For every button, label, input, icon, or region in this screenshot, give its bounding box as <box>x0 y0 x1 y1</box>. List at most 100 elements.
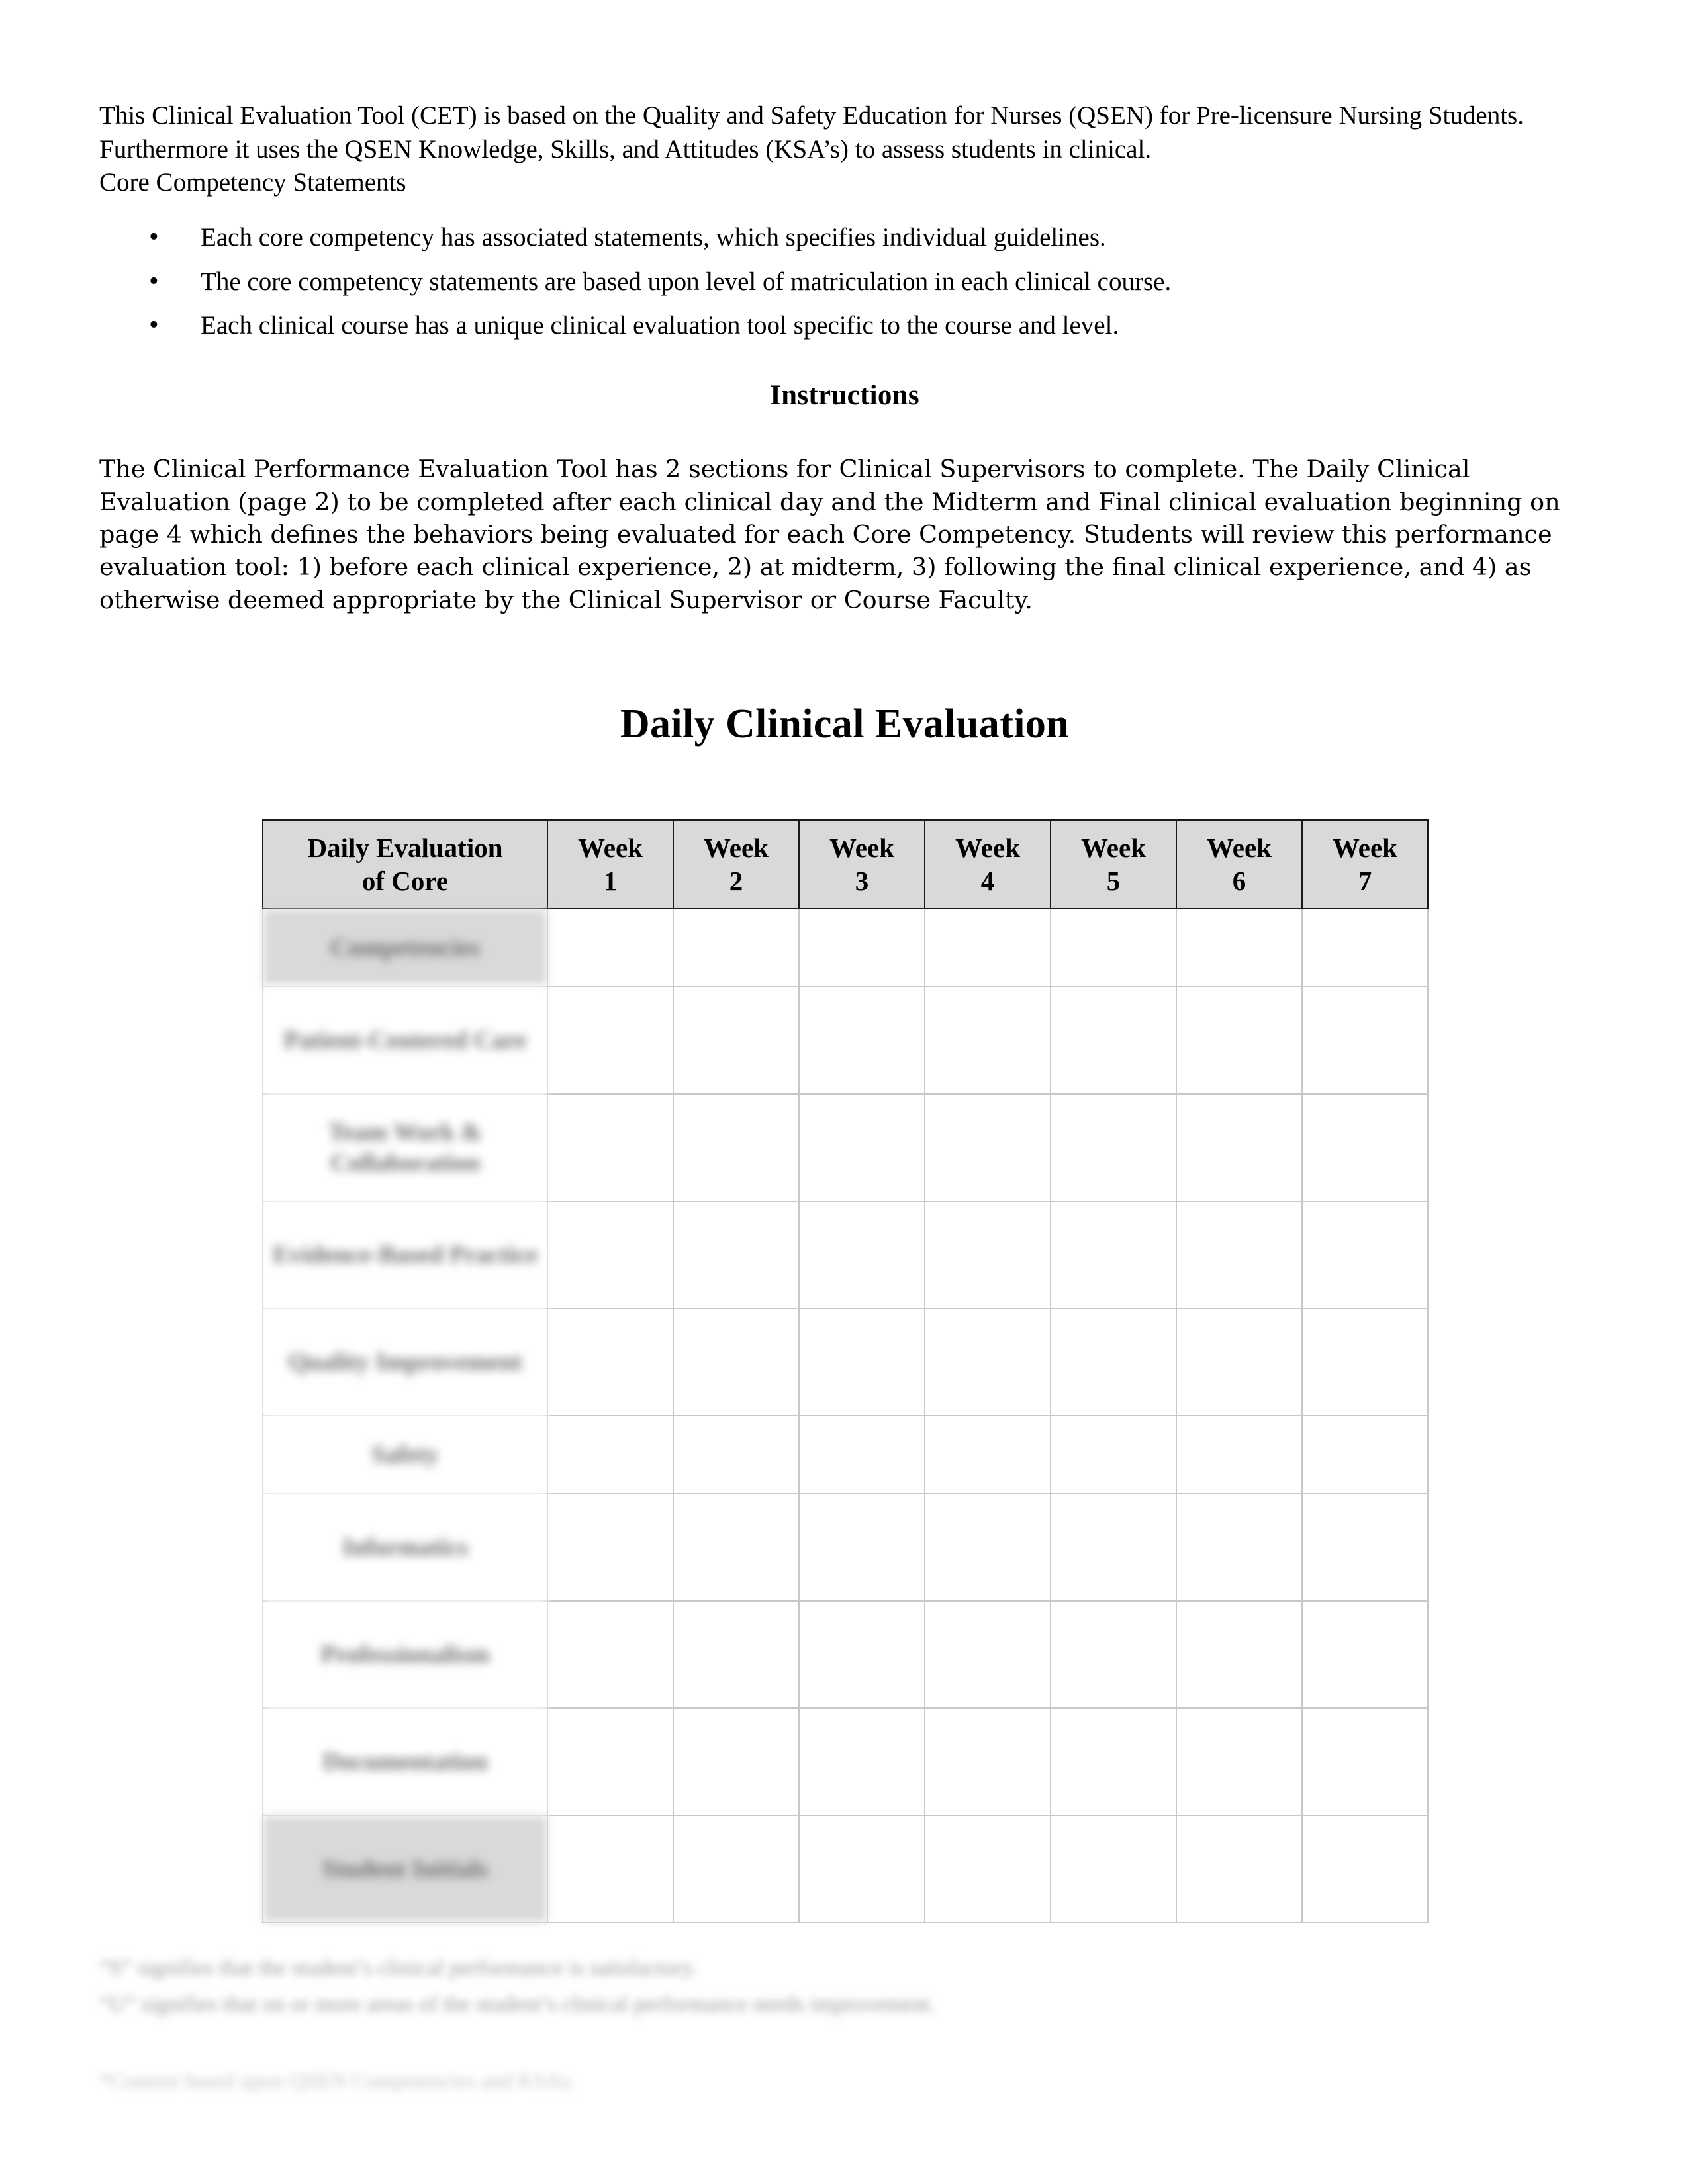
eval-cell-week-5[interactable] <box>1050 1201 1177 1310</box>
eval-cell-week-7[interactable] <box>1301 1308 1429 1417</box>
eval-cell-week-5[interactable] <box>1050 986 1177 1095</box>
eval-cell-week-7[interactable] <box>1301 1707 1429 1817</box>
eval-cell-week-4[interactable] <box>924 1415 1051 1495</box>
eval-cell-week-3[interactable] <box>798 986 925 1095</box>
eval-cell-week-3[interactable] <box>798 1600 925 1709</box>
eval-cell-week-4[interactable] <box>924 1201 1051 1310</box>
eval-cell-week-2[interactable] <box>673 1093 800 1203</box>
eval-cell-week-6[interactable] <box>1176 1600 1303 1709</box>
eval-cell-week-5[interactable] <box>1050 908 1177 988</box>
eval-cell-week-4[interactable] <box>924 1815 1051 1924</box>
eval-cell-week-2[interactable] <box>673 1308 800 1417</box>
week-number: 6 <box>1232 866 1246 897</box>
eval-cell-week-3[interactable] <box>798 1308 925 1417</box>
eval-cell-week-5[interactable] <box>1050 1415 1177 1495</box>
column-header-week-6: Week 6 <box>1176 819 1303 910</box>
column-header-week-1: Week 1 <box>547 819 674 910</box>
document-page: This Clinical Evaluation Tool (CET) is b… <box>0 0 1688 2184</box>
eval-cell-week-5[interactable] <box>1050 1093 1177 1203</box>
week-word: Week <box>1207 833 1272 864</box>
eval-cell-week-5[interactable] <box>1050 1493 1177 1602</box>
eval-cell-week-3[interactable] <box>798 1815 925 1924</box>
table-body: Competencies Patient-Centered Care Team … <box>262 908 1429 1924</box>
eval-cell-week-2[interactable] <box>673 1600 800 1709</box>
instructions-paragraph: The Clinical Performance Evaluation Tool… <box>99 455 1560 614</box>
table-row: Quality Improvement <box>262 1308 1429 1417</box>
list-item: The core competency statements are based… <box>149 264 1590 299</box>
eval-cell-week-5[interactable] <box>1050 1815 1177 1924</box>
eval-cell-week-7[interactable] <box>1301 1415 1429 1495</box>
eval-cell-week-4[interactable] <box>924 1493 1051 1602</box>
row-label-evidence-based-practice: Evidence-Based Practice <box>262 1201 548 1310</box>
daily-clinical-evaluation-table-wrap: Daily Evaluation of Core Week 1 Week 2 W… <box>99 819 1590 1924</box>
eval-cell-week-6[interactable] <box>1176 1493 1303 1602</box>
week-word: Week <box>704 833 769 864</box>
eval-cell-week-5[interactable] <box>1050 1600 1177 1709</box>
eval-cell-week-3[interactable] <box>798 1201 925 1310</box>
eval-cell-week-6[interactable] <box>1176 986 1303 1095</box>
eval-cell-week-2[interactable] <box>673 908 800 988</box>
eval-cell-week-3[interactable] <box>798 1415 925 1495</box>
eval-cell-week-7[interactable] <box>1301 1815 1429 1924</box>
column-header-week-4: Week 4 <box>924 819 1051 910</box>
eval-cell-week-2[interactable] <box>673 986 800 1095</box>
eval-cell-week-2[interactable] <box>673 1201 800 1310</box>
header-label-line2: of Core <box>361 866 449 897</box>
eval-cell-week-7[interactable] <box>1301 908 1429 988</box>
eval-cell-week-6[interactable] <box>1176 1707 1303 1817</box>
eval-cell-week-3[interactable] <box>798 1093 925 1203</box>
eval-cell-week-1[interactable] <box>547 986 674 1095</box>
week-number: 3 <box>855 866 869 897</box>
row-label-team-work-collaboration: Team Work & Collaboration <box>262 1093 548 1203</box>
eval-cell-week-6[interactable] <box>1176 1415 1303 1495</box>
eval-cell-week-7[interactable] <box>1301 1093 1429 1203</box>
eval-cell-week-1[interactable] <box>547 1493 674 1602</box>
eval-cell-week-1[interactable] <box>547 1415 674 1495</box>
eval-cell-week-6[interactable] <box>1176 908 1303 988</box>
legend-satisfactory: “S” signifies that the student’s clinica… <box>99 1956 698 1981</box>
table-row: Professionalism <box>262 1600 1429 1709</box>
eval-cell-week-3[interactable] <box>798 1493 925 1602</box>
eval-cell-week-2[interactable] <box>673 1815 800 1924</box>
intro-paragraph: This Clinical Evaluation Tool (CET) is b… <box>99 101 1524 163</box>
eval-cell-week-4[interactable] <box>924 1707 1051 1817</box>
eval-cell-week-3[interactable] <box>798 908 925 988</box>
eval-cell-week-1[interactable] <box>547 1707 674 1817</box>
row-label-documentation: Documentation <box>262 1707 548 1817</box>
eval-cell-week-4[interactable] <box>924 986 1051 1095</box>
eval-cell-week-6[interactable] <box>1176 1093 1303 1203</box>
eval-cell-week-4[interactable] <box>924 1093 1051 1203</box>
eval-cell-week-3[interactable] <box>798 1707 925 1817</box>
eval-cell-week-7[interactable] <box>1301 1600 1429 1709</box>
eval-cell-week-6[interactable] <box>1176 1815 1303 1924</box>
eval-cell-week-7[interactable] <box>1301 1493 1429 1602</box>
eval-cell-week-1[interactable] <box>547 1201 674 1310</box>
table-row: Documentation <box>262 1707 1429 1817</box>
eval-cell-week-2[interactable] <box>673 1707 800 1817</box>
eval-cell-week-7[interactable] <box>1301 1201 1429 1310</box>
row-label-competencies: Competencies <box>262 908 548 988</box>
row-label-quality-improvement: Quality Improvement <box>262 1308 548 1417</box>
week-word: Week <box>1333 833 1397 864</box>
eval-cell-week-1[interactable] <box>547 1093 674 1203</box>
eval-cell-week-5[interactable] <box>1050 1308 1177 1417</box>
table-row: Informatics <box>262 1493 1429 1602</box>
eval-cell-week-1[interactable] <box>547 1815 674 1924</box>
row-label-patient-centered-care: Patient-Centered Care <box>262 986 548 1095</box>
row-label-student-initials: Student Initials <box>262 1815 548 1924</box>
eval-cell-week-7[interactable] <box>1301 986 1429 1095</box>
eval-cell-week-5[interactable] <box>1050 1707 1177 1817</box>
eval-cell-week-2[interactable] <box>673 1493 800 1602</box>
eval-cell-week-1[interactable] <box>547 908 674 988</box>
column-header-week-2: Week 2 <box>673 819 800 910</box>
eval-cell-week-4[interactable] <box>924 1600 1051 1709</box>
eval-cell-week-1[interactable] <box>547 1308 674 1417</box>
eval-cell-week-4[interactable] <box>924 908 1051 988</box>
eval-cell-week-2[interactable] <box>673 1415 800 1495</box>
eval-cell-week-6[interactable] <box>1176 1201 1303 1310</box>
eval-cell-week-4[interactable] <box>924 1308 1051 1417</box>
eval-cell-week-1[interactable] <box>547 1600 674 1709</box>
week-word: Week <box>1081 833 1146 864</box>
column-header-week-5: Week 5 <box>1050 819 1177 910</box>
eval-cell-week-6[interactable] <box>1176 1308 1303 1417</box>
